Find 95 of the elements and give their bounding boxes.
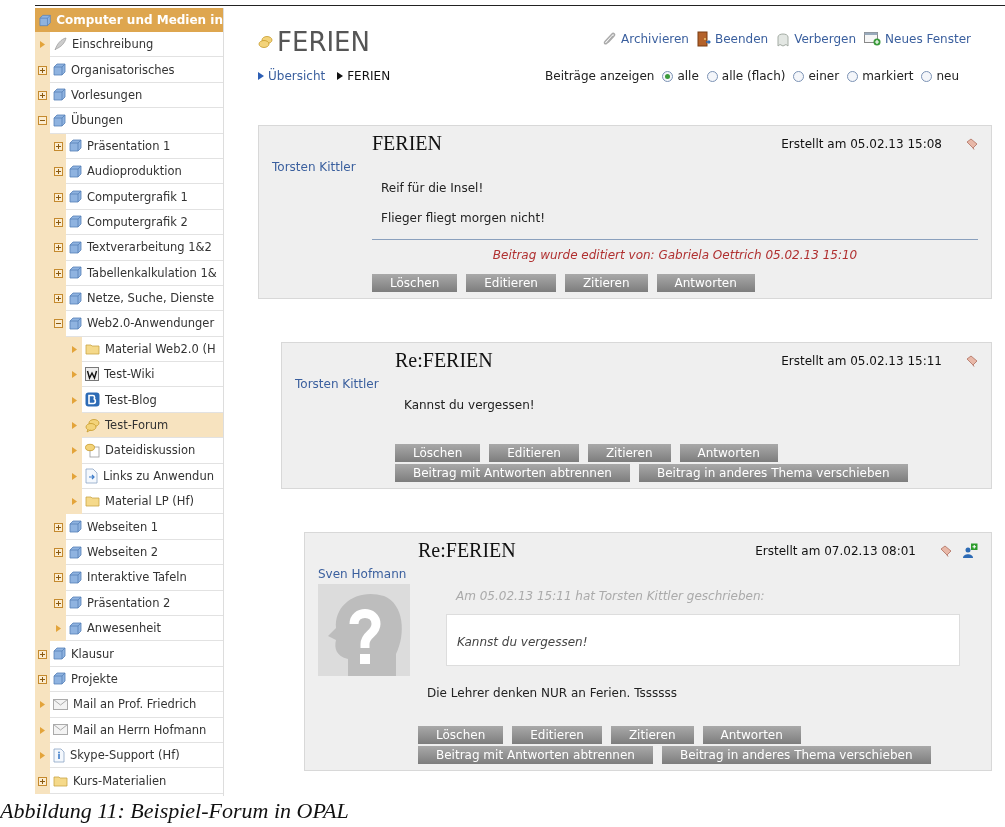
filter-label: Beiträge anzeigen <box>545 69 655 83</box>
cube-icon <box>53 88 66 102</box>
expand-icon[interactable] <box>53 141 63 151</box>
cube-icon <box>69 570 82 584</box>
author-link[interactable]: Sven Hofmann <box>318 567 418 581</box>
cube-icon <box>69 545 82 559</box>
cube-icon <box>69 266 82 280</box>
edit-note: Beitrag wurde editiert von: Gabriela Oettrich 05.02.13 15:10 <box>372 239 978 262</box>
folder-icon <box>85 495 100 508</box>
expand-icon[interactable] <box>53 167 63 177</box>
document-arrow-icon <box>85 467 98 484</box>
radio-button[interactable] <box>706 70 718 82</box>
door-icon <box>696 31 711 47</box>
collapse-icon[interactable] <box>53 319 63 329</box>
expand-icon[interactable] <box>38 776 47 786</box>
radio-label: einer <box>808 69 840 83</box>
expand-icon[interactable] <box>53 522 63 532</box>
post-title: Re:FERIEN <box>395 349 494 372</box>
cube-icon <box>69 520 82 534</box>
document-bubble-icon <box>85 442 100 458</box>
cube-icon <box>69 139 82 153</box>
tree-item[interactable]: Test-Forum <box>82 412 223 439</box>
cube-icon <box>53 647 66 661</box>
tag-icon[interactable] <box>940 544 952 557</box>
post-text: Die Lehrer denken NUR an Ferien. Tssssss <box>427 685 679 702</box>
post-title: FERIEN <box>372 132 443 155</box>
expand-icon[interactable] <box>38 649 47 659</box>
speech-bubbles-icon <box>85 417 100 433</box>
expand-icon[interactable] <box>38 65 47 75</box>
post-date: Erstellt am 05.02.13 15:08 <box>781 136 942 151</box>
envelope-icon <box>53 724 68 736</box>
cube-icon <box>53 672 66 686</box>
expand-icon[interactable] <box>53 268 63 278</box>
envelope-icon <box>53 698 68 710</box>
page-title: FERIEN <box>277 27 370 57</box>
radio-label: alle (flach) <box>721 69 786 83</box>
wiki-icon <box>85 367 99 382</box>
cube-icon <box>69 190 82 204</box>
action-link[interactable]: Beenden <box>714 32 769 46</box>
expand-icon[interactable] <box>53 598 63 608</box>
radio-label: neu <box>936 69 959 83</box>
action-link[interactable]: Neues Fenster <box>885 32 971 46</box>
speech-bubbles-icon <box>258 34 273 50</box>
collapse-icon[interactable] <box>38 116 47 126</box>
arrow-icon <box>258 72 264 80</box>
action-link[interactable]: Verbergen <box>794 32 857 46</box>
paperclip-icon <box>603 31 618 47</box>
cube-icon <box>53 63 66 77</box>
expand-icon[interactable] <box>53 192 63 202</box>
arrow-icon <box>337 72 344 80</box>
expand-icon[interactable] <box>53 294 63 304</box>
expand-icon[interactable] <box>53 573 63 583</box>
radio-button[interactable] <box>793 70 805 82</box>
info-document-icon <box>53 747 65 763</box>
radio-button[interactable] <box>921 70 933 82</box>
new-window-icon <box>864 32 882 46</box>
expand-icon[interactable] <box>53 243 63 253</box>
post-text: Reif für die Insel! <box>381 180 485 197</box>
post-date: Erstellt am 05.02.13 15:11 <box>781 353 942 368</box>
tag-icon[interactable] <box>966 137 978 150</box>
breadcrumb-link[interactable]: Übersicht <box>268 69 326 83</box>
radio-label: markiert <box>862 69 914 83</box>
add-user-icon[interactable] <box>962 542 978 559</box>
folder-icon <box>85 342 100 355</box>
expand-icon[interactable] <box>38 90 47 100</box>
cube-icon <box>69 215 82 229</box>
cube-icon <box>69 596 82 610</box>
tag-icon[interactable] <box>966 354 978 367</box>
quote-header: Am 05.02.13 15:11 hat Torsten Kittler geschrieben: <box>456 589 766 603</box>
radio-label: alle <box>677 69 699 83</box>
post-title: Re:FERIEN <box>418 539 517 562</box>
action-link[interactable]: Archivieren <box>621 32 689 46</box>
blog-icon <box>85 392 100 408</box>
quote-box: Kannst du vergessen! <box>446 614 960 666</box>
expand-icon[interactable] <box>53 217 63 227</box>
ghost-icon <box>776 31 791 47</box>
cube-icon <box>69 291 82 305</box>
post-date: Erstellt am 07.02.13 08:01 <box>755 543 916 558</box>
cube-icon <box>69 621 82 635</box>
author-link[interactable]: Torsten Kittler <box>295 377 395 391</box>
post-text: Kannst du vergessen! <box>404 397 536 414</box>
radio-button[interactable] <box>847 70 859 82</box>
breadcrumb-link[interactable]: FERIEN <box>347 69 391 83</box>
cube-icon <box>39 13 52 27</box>
post-text: Flieger fliegt morgen nicht! <box>381 210 546 227</box>
feather-icon <box>53 37 67 52</box>
cube-icon <box>69 240 82 254</box>
author-link[interactable]: Torsten Kittler <box>272 160 372 174</box>
expand-icon[interactable] <box>38 674 47 684</box>
folder-icon <box>53 774 68 787</box>
expand-icon[interactable] <box>53 548 63 557</box>
radio-button[interactable] <box>662 70 674 82</box>
cube-icon <box>69 164 82 178</box>
cube-icon <box>69 317 82 330</box>
cube-icon <box>53 113 66 127</box>
